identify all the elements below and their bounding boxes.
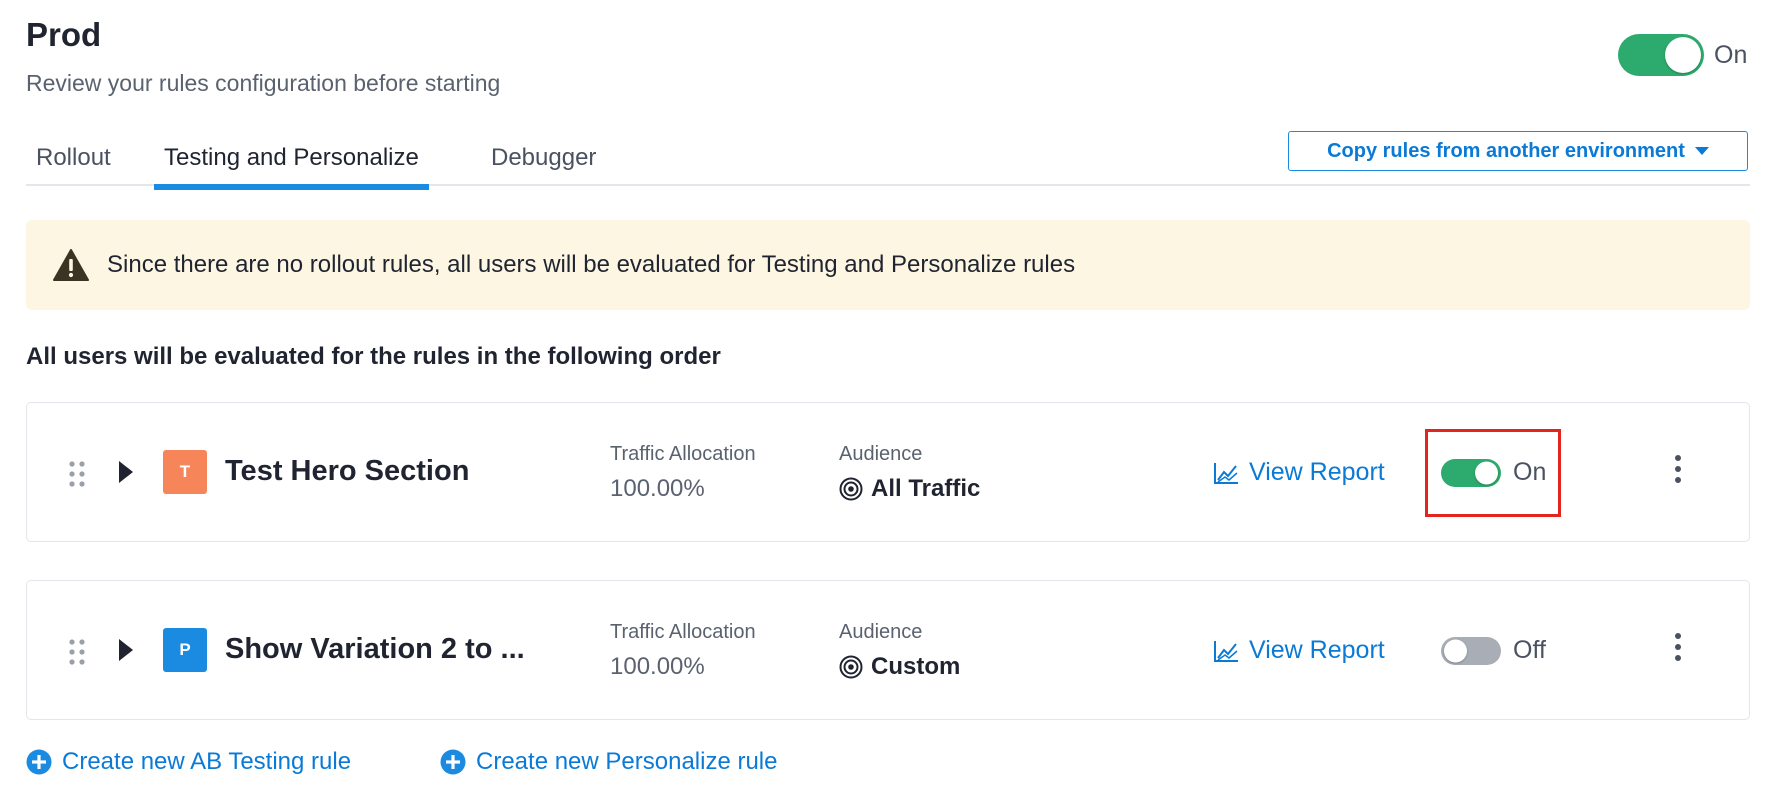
view-report-label: View Report (1249, 636, 1385, 664)
audience-value: Custom (839, 653, 960, 681)
copy-rules-button[interactable]: Copy rules from another environment (1288, 131, 1748, 171)
plus-circle-icon (440, 749, 466, 775)
tab-testing-and-personalize[interactable]: Testing and Personalize (154, 144, 429, 190)
chart-icon (1214, 640, 1238, 662)
environment-toggle-switch[interactable] (1618, 34, 1704, 76)
audience-value-text: All Traffic (871, 475, 981, 502)
tab-rollout[interactable]: Rollout (26, 144, 121, 184)
view-report-link[interactable]: View Report (1213, 458, 1385, 487)
rule-card-test-hero-section: T Test Hero Section Traffic Allocation 1… (26, 402, 1750, 542)
rule-toggle-switch[interactable] (1441, 636, 1501, 665)
warning-banner: Since there are no rollout rules, all us… (26, 220, 1750, 310)
tab-debugger[interactable]: Debugger (481, 144, 606, 184)
expand-caret-icon[interactable] (119, 461, 133, 483)
more-options-icon[interactable] (1673, 633, 1683, 669)
traffic-allocation-label: Traffic Allocation (610, 621, 756, 643)
warning-text: Since there are no rollout rules, all us… (107, 251, 1076, 278)
caret-down-icon (1694, 147, 1709, 155)
more-options-icon[interactable] (1673, 455, 1683, 491)
audience-value-text: Custom (871, 653, 961, 680)
page-title: Prod (26, 16, 102, 53)
traffic-allocation-value: 100.00% (610, 653, 705, 680)
rule-card-show-variation-2: P Show Variation 2 to ... Traffic Alloca… (26, 580, 1750, 720)
drag-handle-icon[interactable] (67, 637, 87, 667)
target-icon (839, 655, 863, 679)
create-ab-testing-rule-link[interactable]: Create new AB Testing rule (26, 748, 351, 776)
audience-value: All Traffic (839, 475, 980, 503)
target-icon (839, 477, 863, 501)
environment-toggle[interactable]: On (1618, 34, 1747, 76)
rule-type-badge: P (163, 628, 207, 672)
plus-circle-icon (26, 749, 52, 775)
chart-icon (1214, 462, 1238, 484)
view-report-label: View Report (1249, 458, 1385, 486)
rules-page: Prod Review your rules configuration bef… (0, 0, 1774, 806)
rule-name[interactable]: Test Hero Section (225, 455, 469, 488)
drag-handle-icon[interactable] (67, 459, 87, 489)
warning-icon (53, 249, 89, 281)
audience-label: Audience (839, 443, 923, 465)
rule-toggle-label: Off (1513, 636, 1546, 664)
environment-toggle-label: On (1714, 40, 1748, 69)
rules-order-heading: All users will be evaluated for the rule… (26, 343, 721, 370)
traffic-allocation-value: 100.00% (610, 475, 705, 502)
rule-name[interactable]: Show Variation 2 to ... (225, 633, 525, 666)
create-personalize-rule-link[interactable]: Create new Personalize rule (440, 748, 778, 776)
rule-toggle[interactable]: Off (1441, 636, 1546, 665)
rule-type-badge: T (163, 450, 207, 494)
page-subtitle: Review your rules configuration before s… (26, 70, 501, 96)
rule-toggle-switch[interactable] (1441, 458, 1501, 487)
create-personalize-rule-label: Create new Personalize rule (476, 748, 778, 775)
copy-rules-label: Copy rules from another environment (1327, 139, 1685, 162)
audience-label: Audience (839, 621, 923, 643)
traffic-allocation-label: Traffic Allocation (610, 443, 756, 465)
view-report-link[interactable]: View Report (1213, 636, 1385, 665)
expand-caret-icon[interactable] (119, 639, 133, 661)
create-ab-testing-rule-label: Create new AB Testing rule (62, 748, 352, 775)
rule-toggle-label: On (1513, 458, 1547, 486)
rule-toggle[interactable]: On (1441, 458, 1546, 487)
